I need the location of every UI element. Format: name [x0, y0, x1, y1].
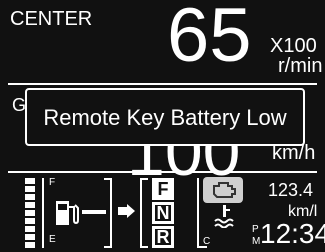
speed-left-char: G — [12, 95, 27, 115]
fuel-empty-label: E — [49, 234, 56, 245]
coolant-temp-icon — [214, 205, 234, 228]
toast-message: Remote Key Battery Low — [43, 105, 287, 130]
fuel-gauge-rail — [42, 178, 44, 248]
clock-time: 12:34 — [260, 218, 325, 249]
rpm-unit: r/min — [278, 55, 323, 77]
gear-f: F — [152, 178, 174, 200]
fuel-gauge — [25, 178, 40, 250]
arrow-bracket-icon — [118, 204, 135, 218]
temp-cold-label: C — [203, 236, 211, 247]
fuel-full-label: F — [49, 177, 56, 188]
engine-warning-box — [203, 177, 243, 203]
battery-low-toast: Remote Key Battery Low — [25, 88, 305, 146]
clock-ampm-p: P — [252, 224, 259, 235]
divider-top — [8, 83, 317, 85]
odometer-value: 123.4 — [268, 180, 314, 200]
gear-r: R — [152, 226, 174, 248]
engine-check-icon — [213, 182, 236, 198]
mode-label: CENTER — [10, 8, 93, 30]
instrument-display: CENTER 65 X100 r/min G 100 km/h F E F N … — [0, 0, 325, 252]
fuel-pump-icon — [56, 201, 79, 225]
gear-n: N — [152, 202, 174, 224]
divider-bottom — [8, 171, 317, 173]
rpm-value: 65 — [167, 0, 252, 78]
